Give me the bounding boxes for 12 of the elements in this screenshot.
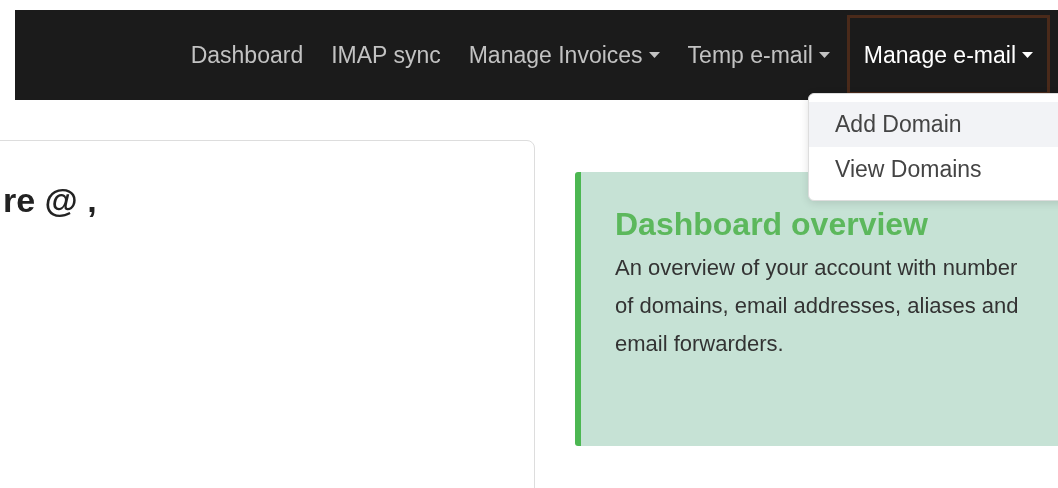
caret-icon: [1022, 52, 1033, 58]
nav-link[interactable]: IMAP sync: [320, 15, 452, 95]
callout-text: An overview of your account with number of domains, email addresses, aliases and email forwarders.: [615, 254, 1020, 358]
caret-icon: [818, 52, 830, 58]
nav-link[interactable]: Temp e-mail: [676, 15, 841, 95]
menu-item[interactable]: Add Domain: [809, 102, 1058, 147]
nav-link[interactable]: Manage Invoices: [457, 15, 671, 95]
callout-title: Dashboard overview: [615, 206, 928, 243]
welcome-heading: re @ ,: [3, 181, 97, 220]
nav-link[interactable]: Dashboard: [179, 15, 315, 95]
caret-icon: [648, 52, 660, 58]
menu-item[interactable]: View Domains: [809, 147, 1058, 192]
